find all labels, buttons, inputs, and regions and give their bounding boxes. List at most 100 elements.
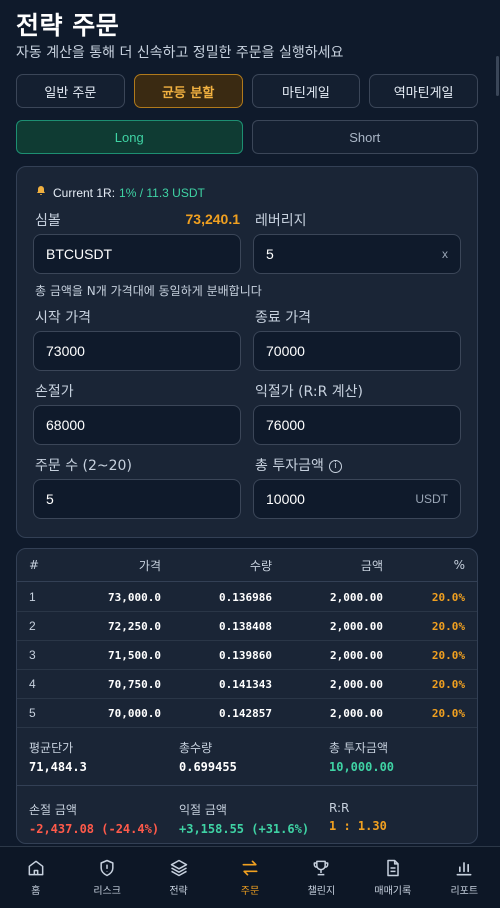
- strategy-order-page: 전략 주문 자동 계산을 통해 더 신속하고 정밀한 주문을 실행하세요 일반 …: [0, 0, 500, 908]
- bar-chart-icon: [456, 862, 472, 876]
- split-orders-table: # 가격 수량 금액 % 1 73,000.0 0.136986 2,000.0…: [16, 548, 478, 844]
- header-percent: %: [453, 558, 465, 572]
- shield-alert-icon: [100, 859, 114, 877]
- scrollbar[interactable]: [496, 56, 499, 96]
- nav-report[interactable]: 리포트: [429, 847, 500, 908]
- document-icon: [387, 859, 399, 877]
- nav-home[interactable]: 홈: [0, 847, 71, 908]
- tab-martingale[interactable]: 마틴게일: [251, 74, 361, 108]
- position-side-tabs: Long Short: [16, 120, 478, 154]
- row-price: 71,500.0: [108, 648, 161, 662]
- swap-arrows-icon: [242, 860, 258, 876]
- tab-reverse-martingale[interactable]: 역마틴게일: [369, 74, 478, 108]
- short-button[interactable]: Short: [251, 120, 478, 154]
- loss-summary: 손절 금액 -2,437.08 (-24.4%): [29, 801, 159, 836]
- row-amount: 2,000.00: [330, 590, 383, 604]
- row-amount: 2,000.00: [330, 648, 383, 662]
- total-investment-input[interactable]: 10000 USDT: [253, 479, 461, 519]
- row-index: 4: [29, 677, 36, 691]
- order-count-input[interactable]: 5: [33, 479, 241, 519]
- row-percent: 20.0%: [431, 648, 465, 662]
- order-form-card: Current 1R: 1% / 11.3 USDT 심볼 73,240.1 레…: [16, 166, 478, 538]
- table-header: # 가격 수량 금액 %: [17, 549, 477, 582]
- total-invest-summary: 총 투자금액 10,000.00: [329, 739, 394, 774]
- split-note: 총 금액을 N개 가격대에 동일하게 분배합니다: [35, 284, 262, 298]
- page-title: 전략 주문: [16, 11, 120, 40]
- nav-trade-log-label: 매매기록: [374, 886, 412, 897]
- row-quantity: 0.141343: [219, 677, 272, 691]
- row-amount: 2,000.00: [330, 619, 383, 633]
- symbol-current-price: 73,240.1: [185, 211, 241, 227]
- order-mode-tabs: 일반 주문 균등 분할 마틴게일 역마틴게일: [16, 74, 478, 108]
- row-amount: 2,000.00: [330, 706, 383, 720]
- leverage-input[interactable]: 5 x: [253, 234, 461, 274]
- profit-label: 익절 금액: [179, 803, 227, 817]
- info-icon[interactable]: i: [328, 459, 342, 473]
- rr-summary: R:R 1 : 1.30: [329, 801, 387, 833]
- total-invest-value: 10,000.00: [329, 760, 395, 774]
- summary-divider: [17, 785, 477, 786]
- current-risk-label: Current 1R:: [53, 185, 116, 200]
- row-percent: 20.0%: [431, 619, 465, 633]
- nav-report-label: 리포트: [450, 886, 479, 897]
- row-index: 2: [29, 619, 36, 633]
- nav-strategy[interactable]: 전략: [143, 847, 214, 908]
- rr-value: 1 : 1.30: [329, 819, 387, 833]
- table-row: 2 72,250.0 0.138408 2,000.00 20.0%: [17, 612, 477, 641]
- nav-risk[interactable]: 리스크: [71, 847, 142, 908]
- row-quantity: 0.136986: [219, 590, 272, 604]
- end-price-input[interactable]: 70000: [253, 331, 461, 371]
- trophy-icon: [313, 860, 329, 876]
- row-price: 73,000.0: [108, 590, 161, 604]
- nav-challenge[interactable]: 챌린지: [286, 847, 357, 908]
- table-row: 1 73,000.0 0.136986 2,000.00 20.0%: [17, 583, 477, 612]
- profit-summary: 익절 금액 +3,158.55 (+31.6%): [179, 801, 309, 836]
- row-index: 3: [29, 648, 36, 662]
- total-qty-value: 0.699455: [179, 760, 237, 774]
- nav-order[interactable]: 주문: [214, 847, 285, 908]
- table-row: 5 70,000.0 0.142857 2,000.00 20.0%: [17, 699, 477, 728]
- symbol-label: 심볼: [35, 213, 61, 229]
- header-amount: 금액: [360, 558, 383, 573]
- long-button[interactable]: Long: [16, 120, 243, 154]
- current-risk-value: 1% / 11.3 USDT: [119, 185, 205, 200]
- start-price-input[interactable]: 73000: [33, 331, 241, 371]
- header-quantity: 수량: [249, 558, 272, 573]
- nav-challenge-label: 챌린지: [307, 886, 336, 897]
- nav-home-label: 홈: [31, 886, 41, 897]
- table-row: 3 71,500.0 0.139860 2,000.00 20.0%: [17, 641, 477, 670]
- tab-normal-order[interactable]: 일반 주문: [16, 74, 125, 108]
- layers-icon: [170, 859, 187, 877]
- leverage-label: 레버리지: [255, 213, 307, 229]
- loss-value: -2,437.08 (-24.4%): [29, 822, 160, 836]
- total-invest-label: 총 투자금액: [329, 741, 389, 755]
- page-subtitle: 자동 계산을 통해 더 신속하고 정밀한 주문을 실행하세요: [16, 45, 344, 61]
- avg-price-label: 평균단가: [29, 741, 74, 755]
- home-icon: [28, 860, 44, 876]
- take-profit-input[interactable]: 76000: [253, 405, 461, 445]
- row-amount: 2,000.00: [330, 677, 383, 691]
- row-quantity: 0.138408: [219, 619, 272, 633]
- tab-equal-split[interactable]: 균등 분할: [133, 74, 243, 108]
- header-price: 가격: [138, 558, 161, 573]
- stop-loss-label: 손절가: [35, 384, 74, 400]
- row-price: 70,750.0: [108, 677, 161, 691]
- current-risk-info: Current 1R: 1% / 11.3 USDT: [35, 185, 205, 200]
- total-investment-unit: USDT: [415, 492, 448, 506]
- total-investment-label: 총 투자금액: [255, 458, 324, 474]
- nav-trade-log[interactable]: 매매기록: [357, 847, 428, 908]
- row-index: 1: [29, 590, 36, 604]
- stop-loss-input[interactable]: 68000: [33, 405, 241, 445]
- rr-label: R:R: [329, 801, 350, 815]
- profit-value: +3,158.55 (+31.6%): [179, 822, 310, 836]
- row-percent: 20.0%: [431, 706, 465, 720]
- symbol-input[interactable]: BTCUSDT: [33, 234, 241, 274]
- avg-price-value: 71,484.3: [29, 760, 87, 774]
- total-qty-summary: 총수량 0.699455: [179, 739, 237, 774]
- nav-risk-label: 리스크: [93, 886, 121, 897]
- row-index: 5: [29, 706, 36, 720]
- row-quantity: 0.139860: [219, 648, 272, 662]
- header-index: #: [29, 558, 40, 572]
- row-percent: 20.0%: [431, 677, 465, 691]
- nav-order-label: 주문: [240, 886, 260, 897]
